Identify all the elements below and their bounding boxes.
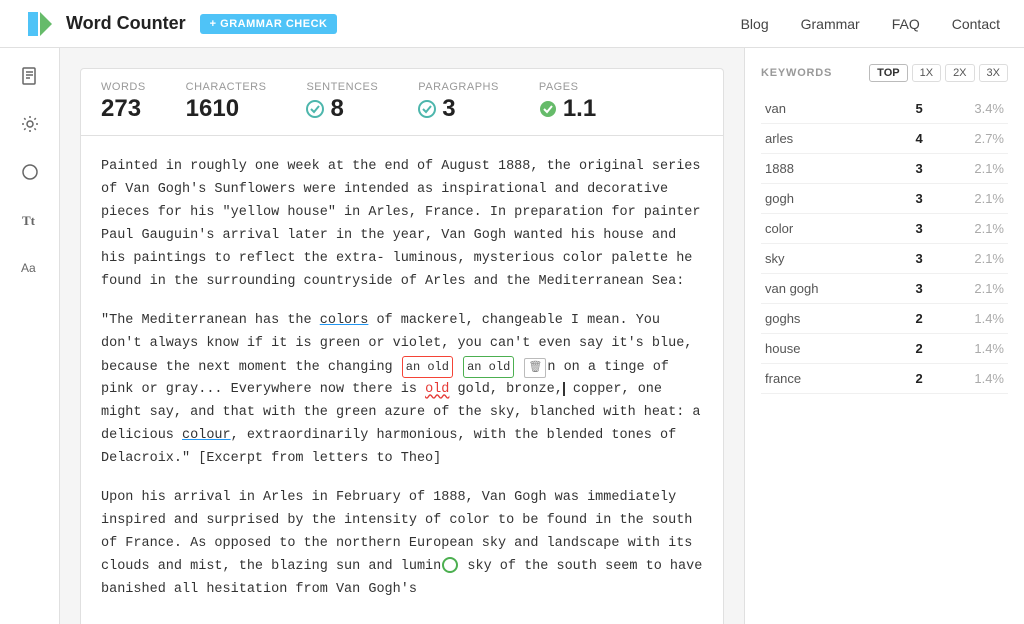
- stat-characters: CHARACTERS 1610: [186, 81, 267, 123]
- nav-contact[interactable]: Contact: [952, 16, 1000, 32]
- font-size-icon[interactable]: Aa: [14, 252, 46, 284]
- keyword-word: france: [761, 364, 894, 394]
- keyword-word: van: [761, 94, 894, 124]
- highlight-old: old: [425, 382, 449, 397]
- keyword-pct: 2.1%: [927, 214, 1008, 244]
- keywords-header: KEYWORDS TOP 1X 2X 3X: [761, 64, 1008, 82]
- nav-faq[interactable]: FAQ: [892, 16, 920, 32]
- keyword-tab-2x[interactable]: 2X: [945, 64, 974, 82]
- svg-text:Aa: Aa: [21, 261, 36, 275]
- keyword-count: 2: [894, 334, 927, 364]
- keyword-row: house 2 1.4%: [761, 334, 1008, 364]
- paragraph-2: "The Mediterranean has the colors of mac…: [101, 310, 703, 472]
- circle-outline-icon[interactable]: [14, 156, 46, 188]
- header: Word Counter + GRAMMAR CHECK Blog Gramma…: [0, 0, 1024, 48]
- sentences-icon: [306, 100, 324, 118]
- pages-icon: [539, 100, 557, 118]
- keyword-word: goghs: [761, 304, 894, 334]
- svg-text:Tt: Tt: [22, 213, 36, 228]
- main-layout: Tt Aa WORDS 273 CHARACTERS 1610 SENTENCE…: [0, 48, 1024, 624]
- keyword-word: gogh: [761, 184, 894, 214]
- keyword-count: 3: [894, 244, 927, 274]
- typography-icon[interactable]: Tt: [14, 204, 46, 236]
- suggestion-anold-2[interactable]: an old: [463, 356, 514, 378]
- keyword-count: 3: [894, 214, 927, 244]
- keyword-pct: 2.1%: [927, 274, 1008, 304]
- suggestion-anold-1[interactable]: an old: [402, 356, 453, 378]
- stat-words: WORDS 273: [101, 81, 146, 123]
- keyword-pct: 1.4%: [927, 304, 1008, 334]
- keyword-count: 2: [894, 304, 927, 334]
- keyword-word: van gogh: [761, 274, 894, 304]
- grammar-circle-icon: [442, 557, 458, 573]
- highlight-colour: colour: [182, 428, 231, 443]
- nav-grammar[interactable]: Grammar: [801, 16, 860, 32]
- keyword-pct: 2.1%: [927, 244, 1008, 274]
- keyword-count: 3: [894, 274, 927, 304]
- keyword-pct: 3.4%: [927, 94, 1008, 124]
- keyword-pct: 2.1%: [927, 154, 1008, 184]
- document-icon[interactable]: [14, 60, 46, 92]
- keyword-row: goghs 2 1.4%: [761, 304, 1008, 334]
- keyword-row: color 3 2.1%: [761, 214, 1008, 244]
- keyword-tabs: TOP 1X 2X 3X: [869, 64, 1008, 82]
- app-title: Word Counter: [66, 13, 186, 34]
- keyword-word: 1888: [761, 154, 894, 184]
- keyword-row: arles 4 2.7%: [761, 124, 1008, 154]
- keyword-table: van 5 3.4% arles 4 2.7% 1888 3 2.1% gogh…: [761, 94, 1008, 394]
- keyword-count: 2: [894, 364, 927, 394]
- paragraphs-icon: [418, 100, 436, 118]
- nav-blog[interactable]: Blog: [741, 16, 769, 32]
- keyword-count: 4: [894, 124, 927, 154]
- logo-icon: [24, 8, 56, 40]
- keyword-tab-top[interactable]: TOP: [869, 64, 907, 82]
- keyword-row: van 5 3.4%: [761, 94, 1008, 124]
- keyword-pct: 1.4%: [927, 364, 1008, 394]
- keyword-row: gogh 3 2.1%: [761, 184, 1008, 214]
- highlight-colors: colors: [320, 313, 369, 328]
- right-panel: KEYWORDS TOP 1X 2X 3X van 5 3.4% arles 4…: [744, 48, 1024, 624]
- keyword-tab-3x[interactable]: 3X: [979, 64, 1008, 82]
- keyword-row: van gogh 3 2.1%: [761, 274, 1008, 304]
- header-nav: Blog Grammar FAQ Contact: [741, 16, 1000, 32]
- keyword-pct: 1.4%: [927, 334, 1008, 364]
- footer-text: Word Counter — Count words, check gramma…: [101, 618, 703, 624]
- keywords-label: KEYWORDS: [761, 67, 869, 79]
- stats-bar: WORDS 273 CHARACTERS 1610 SENTENCES 8 PA…: [80, 68, 724, 136]
- paragraph-3: Upon his arrival in Arles in February of…: [101, 487, 703, 602]
- grammar-check-button[interactable]: + GRAMMAR CHECK: [200, 14, 338, 34]
- stat-paragraphs: PARAGRAPHS 3: [418, 81, 499, 123]
- keyword-word: house: [761, 334, 894, 364]
- stat-sentences: SENTENCES 8: [306, 81, 378, 123]
- text-cursor: [563, 382, 565, 396]
- keyword-pct: 2.7%: [927, 124, 1008, 154]
- keyword-tab-1x[interactable]: 1X: [912, 64, 941, 82]
- left-sidebar: Tt Aa: [0, 48, 60, 624]
- keyword-pct: 2.1%: [927, 184, 1008, 214]
- keyword-row: 1888 3 2.1%: [761, 154, 1008, 184]
- text-editor[interactable]: Painted in roughly one week at the end o…: [80, 136, 724, 624]
- keyword-count: 3: [894, 184, 927, 214]
- delete-suggestion-btn[interactable]: 🗑: [524, 358, 546, 379]
- keyword-word: arles: [761, 124, 894, 154]
- stat-pages: PAGES 1.1: [539, 81, 596, 123]
- keyword-count: 3: [894, 154, 927, 184]
- content-area: WORDS 273 CHARACTERS 1610 SENTENCES 8 PA…: [60, 48, 744, 624]
- keyword-word: sky: [761, 244, 894, 274]
- keyword-row: sky 3 2.1%: [761, 244, 1008, 274]
- keyword-count: 5: [894, 94, 927, 124]
- keyword-word: color: [761, 214, 894, 244]
- keyword-row: france 2 1.4%: [761, 364, 1008, 394]
- paragraph-1: Painted in roughly one week at the end o…: [101, 156, 703, 294]
- gear-icon[interactable]: [14, 108, 46, 140]
